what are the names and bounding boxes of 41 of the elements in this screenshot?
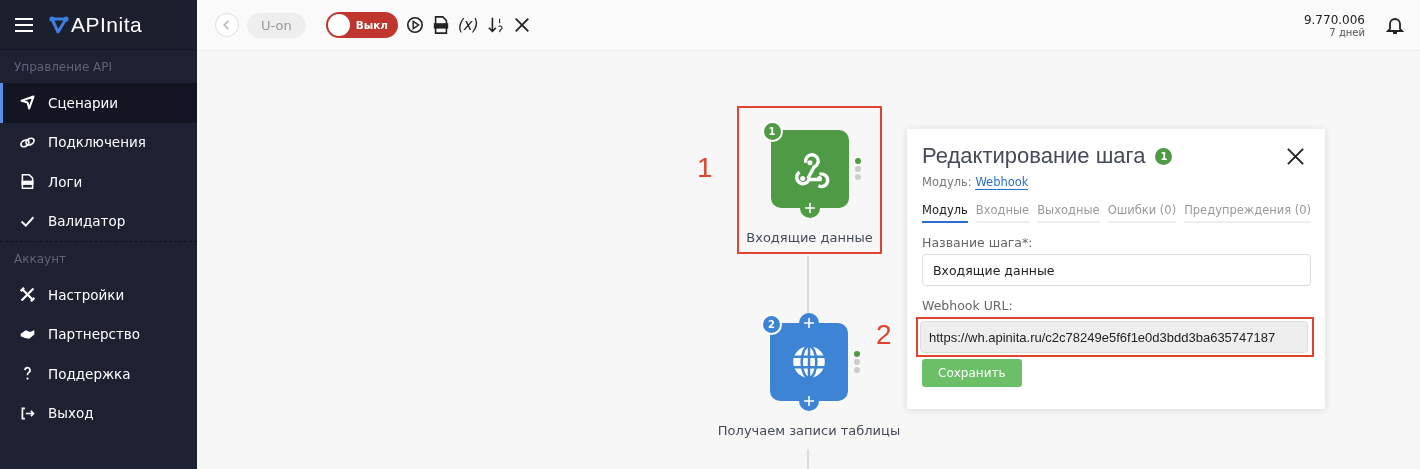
close-icon[interactable] [1286, 146, 1305, 166]
sidebar-item[interactable]: Партнерство [0, 314, 197, 354]
webhook-url-field[interactable]: https://wh.apinita.ru/c2c78249e5f6f1e0d3bdd3ba635747187 [920, 321, 1308, 353]
nav-icon [19, 286, 36, 304]
step-number: 2 [761, 314, 782, 335]
step-label: Получаем записи таблицы [717, 423, 901, 438]
sidebar-item[interactable]: Выход [0, 393, 197, 433]
annotation-number: 2 [876, 319, 892, 351]
days-left: 7 дней [1329, 26, 1365, 38]
module-link[interactable]: Webhook [975, 175, 1029, 190]
step-name-field[interactable]: Входящие данные [922, 254, 1311, 286]
sidebar-item[interactable]: Подключения [0, 122, 197, 162]
panel-tab[interactable]: Модуль [922, 203, 968, 223]
step-number: 1 [761, 121, 783, 142]
logo-text: APInita [71, 12, 143, 37]
step-label: Входящие данные [746, 230, 873, 245]
panel-title: Редактирование шага [922, 143, 1146, 169]
module-label: Модуль: [922, 175, 972, 189]
field-label: Название шага*: [922, 235, 1034, 250]
play-icon[interactable] [405, 16, 424, 34]
toggle-switch[interactable]: Выкл [325, 12, 398, 38]
balance-value: 9.770.006 [1303, 12, 1365, 27]
sidebar-item[interactable]: Поддержка [0, 354, 197, 394]
variables-button[interactable]: (x) [457, 16, 479, 34]
step-number: 1 [1155, 147, 1173, 165]
bell-icon[interactable] [1385, 15, 1405, 35]
sidebar-item[interactable]: Валидатор [0, 201, 197, 241]
ports-icon [854, 158, 861, 180]
sidebar-item[interactable]: Логи [0, 162, 197, 202]
ports-icon [854, 351, 860, 373]
field-label: Webhook URL: [922, 298, 1014, 313]
section-title: Управление API [13, 59, 114, 76]
close-icon[interactable] [512, 16, 531, 34]
sidebar-item[interactable]: Сценарии [0, 83, 197, 123]
sort-icon[interactable] [486, 16, 505, 34]
logo-icon [49, 14, 69, 35]
nav-icon [19, 94, 36, 112]
menu-icon[interactable] [15, 17, 33, 32]
nav-icon [19, 173, 36, 191]
annotation-number: 1 [697, 152, 713, 184]
sidebar-item[interactable]: Настройки [0, 275, 197, 315]
